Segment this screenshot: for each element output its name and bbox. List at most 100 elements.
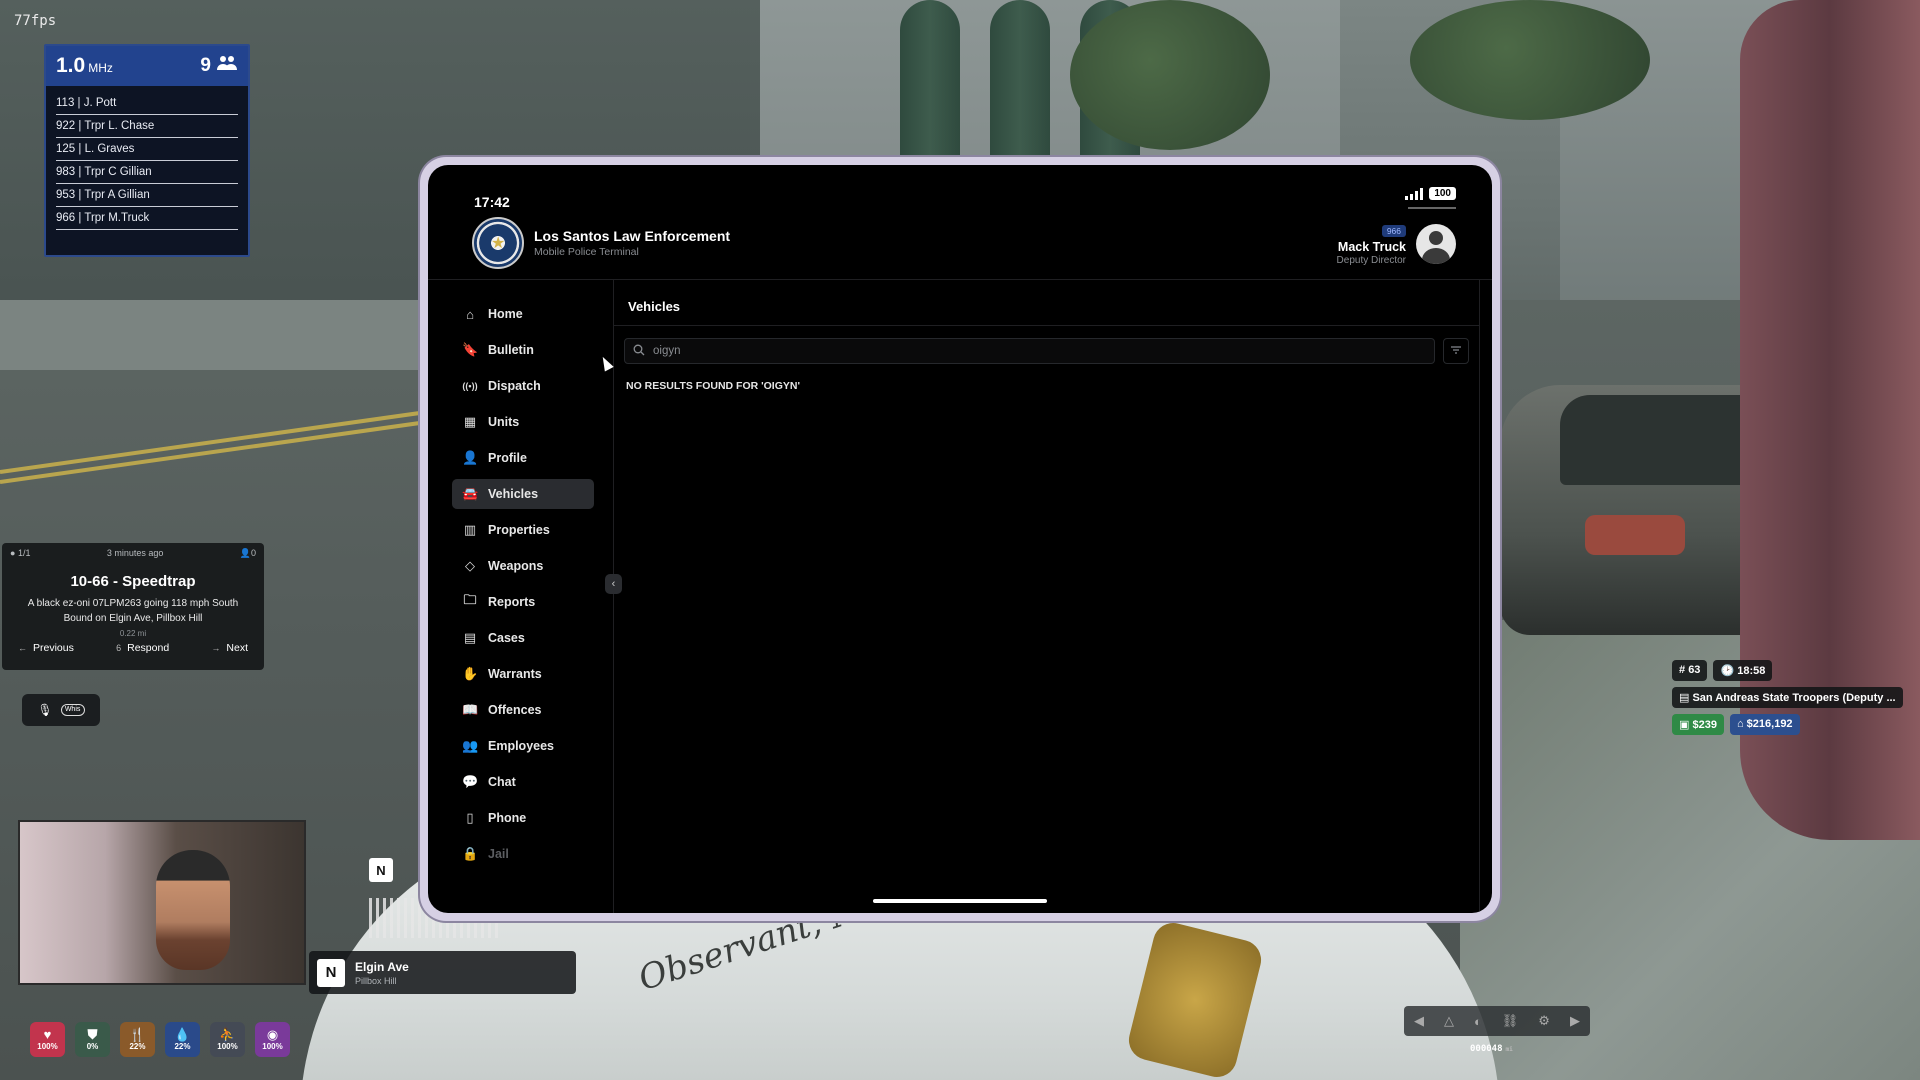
warning-icon: △ <box>1443 1013 1454 1028</box>
sidebar-item-phone[interactable]: ▯ Phone <box>452 803 594 833</box>
cash-icon: ▣ <box>1679 719 1690 731</box>
sidebar-item-label: Dispatch <box>488 379 541 393</box>
user-rank: Deputy Director <box>1336 255 1406 266</box>
radio-header: 1.0 MHz 9 <box>46 46 248 86</box>
radio-frequency: 1.0 MHz <box>56 54 113 77</box>
fps-counter: 77fps <box>14 13 57 29</box>
previous-button[interactable]: ← Previous <box>18 642 74 654</box>
sidebar-item-label: Home <box>488 307 523 321</box>
home-icon: ⌂ <box>466 306 474 322</box>
battery-icon: 100 <box>1429 187 1456 200</box>
user-name: Mack Truck <box>1337 240 1406 254</box>
sidebar-item-label: Jail <box>488 847 509 861</box>
sidebar-item-label: Units <box>488 415 520 429</box>
org-name: Los Santos Law Enforcement <box>534 228 731 244</box>
radio-member: 953 | Trpr A Gillian <box>56 184 238 207</box>
sidewalk <box>0 300 480 370</box>
radio-member-list: 113 | J. Pott 922 | Trpr L. Chase 125 | L.… <box>46 86 248 236</box>
respond-button[interactable]: 6 Respond <box>116 642 169 654</box>
sidebar-item-bulletin[interactable]: 🔖 Bulletin <box>452 335 594 365</box>
turn-right-icon: ▶ <box>1569 1013 1580 1028</box>
sidebar-item-label: Bulletin <box>488 343 534 357</box>
sidebar-item-properties[interactable]: ▥ Properties <box>452 515 594 545</box>
sidebar-item-label: Warrants <box>488 667 542 681</box>
tree <box>1410 0 1650 120</box>
compass-icon: N <box>317 958 345 987</box>
car-taillight <box>1585 515 1685 555</box>
next-button[interactable]: → Next <box>211 642 248 654</box>
search-icon <box>633 344 645 359</box>
notification-time: 3 minutes ago <box>106 548 164 558</box>
shield-icon: ⛊ <box>87 1027 98 1042</box>
page-title: Vehicles <box>614 279 1479 326</box>
radio-panel: 1.0 MHz 9 113 | J. Pott 922 | Trpr L. Chas… <box>44 44 250 257</box>
sidebar-item-label: Reports <box>488 595 536 609</box>
radio-member: 966 | Trpr M.Truck <box>56 207 238 230</box>
sidebar-item-label: Cases <box>488 631 525 645</box>
street-name: Elgin Ave <box>355 959 409 974</box>
user-icon: 👤 <box>462 450 479 465</box>
turn-left-icon: ◀ <box>1413 1013 1424 1028</box>
status-water: 💧 22% <box>165 1022 200 1057</box>
sidebar-item-label: Employees <box>488 739 555 753</box>
sidebar-item-employees[interactable]: 👥 Employees <box>452 731 594 761</box>
player-id: # 63 <box>1672 660 1708 681</box>
sidebar-item-weapons[interactable]: ◇ Weapons <box>452 551 594 581</box>
department-seal-icon: ★ <box>472 217 524 269</box>
game-clock: 🕑 18:58 <box>1713 660 1773 681</box>
mic-muted-icon: 🎙 <box>37 703 53 717</box>
status-divider <box>1408 207 1456 209</box>
radio-member: 125 | L. Graves <box>56 138 238 161</box>
mdt-header: ★ Los Santos Law Enforcement Mobile Poli… <box>472 217 730 269</box>
sidebar-item-profile[interactable]: 👤 Profile <box>452 443 594 473</box>
sidebar-item-cases[interactable]: ▤ Cases <box>452 623 594 653</box>
player-info: # 63 🕑 18:58 ▤ San Andreas State Trooper… <box>1672 660 1903 741</box>
vehicles-page: Vehicles NO RESULTS FOUND FOR 'OIGYN' <box>614 279 1480 913</box>
sidebar-item-units[interactable]: ▦ Units <box>452 407 594 437</box>
sidebar-item-jail[interactable]: 🔒 Jail <box>452 839 594 869</box>
tree <box>1070 0 1270 150</box>
sidebar-item-offences[interactable]: 📖 Offences <box>452 695 594 725</box>
vehicle-search-input[interactable] <box>653 345 1434 357</box>
book-icon: 📖 <box>462 702 479 717</box>
sidebar-item-warrants[interactable]: ✋ Warrants <box>452 659 594 689</box>
sidebar-item-label: Profile <box>488 451 527 465</box>
notification-counter: ● 1/1 <box>10 548 31 558</box>
filter-button[interactable] <box>1443 338 1469 364</box>
sidebar-item-reports[interactable]: 🗀 Reports <box>452 587 594 617</box>
sidebar-item-dispatch[interactable]: ((•)) Dispatch <box>452 371 594 401</box>
user-profile[interactable]: 966 Mack Truck Deputy Director <box>1337 221 1456 266</box>
engine-icon: ⚙ <box>1538 1013 1550 1028</box>
tablet-clock: 17:42 <box>474 194 510 210</box>
clock-icon: 🕑 <box>1720 665 1735 677</box>
tablet-status: 100 <box>1405 187 1456 200</box>
folder-icon: 🗀 <box>463 592 477 607</box>
building-icon: ▥ <box>463 522 477 537</box>
broadcast-icon: ((•)) <box>462 381 478 391</box>
sidebar-item-chat[interactable]: 💬 Chat <box>452 767 594 797</box>
diamond-icon: ◇ <box>465 558 475 573</box>
key-hint-icon: → <box>211 643 221 653</box>
home-indicator[interactable] <box>873 899 1047 903</box>
sidebar-item-label: Weapons <box>488 559 544 573</box>
status-stamina: ⛹ 100% <box>210 1022 245 1057</box>
player-cash: ▣ $239 <box>1672 714 1724 735</box>
vehicle-indicators: ◀ △ ◐ ⛓ ⚙ ▶ <box>1404 1006 1590 1036</box>
sidebar-item-home[interactable]: ⌂ Home <box>452 299 594 329</box>
sidebar-item-label: Chat <box>488 775 516 789</box>
sidebar-item-label: Vehicles <box>488 487 539 501</box>
chat-icon: 💬 <box>462 774 479 789</box>
bookmark-icon: 🔖 <box>462 342 479 357</box>
radio-member-count: 9 <box>200 55 238 77</box>
search-bar[interactable] <box>624 338 1435 364</box>
player-bank: ⌂ $216,192 <box>1729 714 1800 735</box>
notification-distance: 0.22 mi <box>119 629 147 638</box>
status-food: 🍴 22% <box>120 1022 155 1057</box>
avatar[interactable] <box>1416 223 1456 264</box>
callsign-badge: 966 <box>1381 225 1406 237</box>
sidebar-item-vehicles[interactable]: 🚘 Vehicles <box>452 479 594 509</box>
notification-title: 10-66 - Speedtrap <box>70 573 196 590</box>
org-subtitle: Mobile Police Terminal <box>534 246 639 258</box>
location-panel: N Elgin Ave Pillbox Hill <box>309 951 576 994</box>
no-results-message: NO RESULTS FOUND FOR 'OIGYN' <box>626 380 800 392</box>
